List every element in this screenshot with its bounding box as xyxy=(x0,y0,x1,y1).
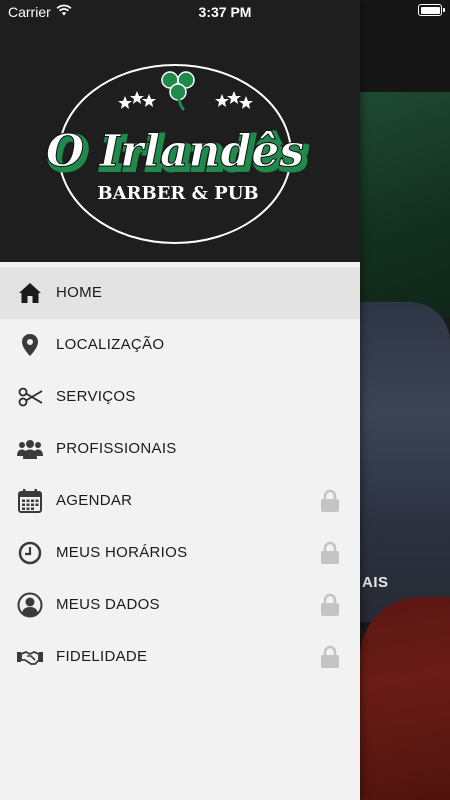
stars-left-icon xyxy=(118,91,156,109)
drawer-menu: HOME LOCALIZAÇÃO SERVIÇOS PROFISSIONAIS … xyxy=(0,267,360,683)
drawer-header: O Irlandês O Irlandês BARBER & PUB xyxy=(0,0,360,262)
lock-icon xyxy=(321,593,339,616)
handshake-icon xyxy=(17,651,43,665)
stars-right-icon xyxy=(215,91,253,109)
user-icon xyxy=(17,592,43,618)
menu-item-meus-horarios[interactable]: MEUS HORÁRIOS xyxy=(0,527,360,579)
menu-label-servicos: SERVIÇOS xyxy=(56,388,136,405)
menu-item-localizacao[interactable]: LOCALIZAÇÃO xyxy=(0,319,360,371)
irish-flag-background xyxy=(360,92,450,800)
brand-name: O Irlandês xyxy=(46,126,304,177)
menu-label-meus-dados: MEUS DADOS xyxy=(56,596,160,613)
menu-item-profissionais[interactable]: PROFISSIONAIS xyxy=(0,423,360,475)
menu-item-home[interactable]: HOME xyxy=(0,267,360,319)
status-time: 3:37 PM xyxy=(198,4,252,20)
menu-label-localizacao: LOCALIZAÇÃO xyxy=(56,336,165,353)
menu-label-profissionais: PROFISSIONAIS xyxy=(56,440,177,457)
lock-icon xyxy=(321,645,339,668)
brand-tagline: BARBER & PUB xyxy=(97,183,258,204)
lock-icon xyxy=(321,489,339,512)
menu-item-servicos[interactable]: SERVIÇOS xyxy=(0,371,360,423)
menu-label-fidelidade: FIDELIDADE xyxy=(56,648,148,665)
battery-icon xyxy=(418,4,445,16)
menu-item-fidelidade[interactable]: FIDELIDADE xyxy=(0,631,360,683)
calendar-icon xyxy=(18,489,42,513)
flag-green-band xyxy=(360,92,450,317)
shamrock-icon xyxy=(161,71,195,112)
group-icon xyxy=(17,440,43,459)
menu-item-agendar[interactable]: AGENDAR xyxy=(0,475,360,527)
background-partial-label[interactable]: AIS xyxy=(362,574,389,591)
home-icon xyxy=(19,283,41,303)
menu-item-meus-dados[interactable]: MEUS DADOS xyxy=(0,579,360,631)
scissors-icon xyxy=(18,387,43,407)
lock-icon xyxy=(321,541,339,564)
brand-logo: O Irlandês O Irlandês BARBER & PUB xyxy=(45,64,310,244)
menu-label-agendar: AGENDAR xyxy=(56,492,133,509)
clock-icon xyxy=(18,541,42,565)
menu-label-home: HOME xyxy=(56,284,103,301)
location-pin-icon xyxy=(22,334,38,356)
navigation-drawer: O Irlandês O Irlandês BARBER & PUB HOME … xyxy=(0,0,360,800)
flag-red-band xyxy=(360,597,450,800)
status-bar: Carrier 3:37 PM xyxy=(0,0,450,24)
menu-label-meus-horarios: MEUS HORÁRIOS xyxy=(56,544,188,561)
